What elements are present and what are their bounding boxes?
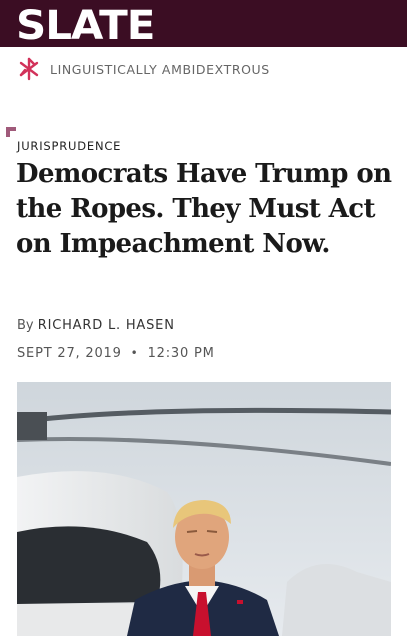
tagline-row: LINGUISTICALLY AMBIDEXTROUS	[16, 56, 270, 82]
article-headline: Democrats Have Trump on the Ropes. They …	[16, 159, 392, 259]
byline-prefix: By	[17, 318, 34, 333]
date-separator: •	[130, 346, 139, 360]
byline: By RICHARD L. HASEN	[17, 318, 175, 333]
corner-marker-icon	[6, 127, 16, 137]
author-link[interactable]: RICHARD L. HASEN	[38, 318, 175, 333]
dateline: SEPT 27, 2019 • 12:30 PM	[17, 346, 215, 361]
section-kicker[interactable]: JURISPRUDENCE	[17, 139, 121, 153]
hero-photo-illustration	[17, 382, 391, 636]
publish-date: SEPT 27, 2019	[17, 346, 122, 361]
hero-photo	[17, 382, 391, 636]
publish-time: 12:30 PM	[147, 346, 215, 361]
masthead: SLATE	[0, 0, 407, 48]
tagline: LINGUISTICALLY AMBIDEXTROUS	[50, 61, 270, 77]
slate-pinwheel-icon	[19, 57, 39, 81]
slate-logo[interactable]: SLATE	[16, 4, 155, 48]
